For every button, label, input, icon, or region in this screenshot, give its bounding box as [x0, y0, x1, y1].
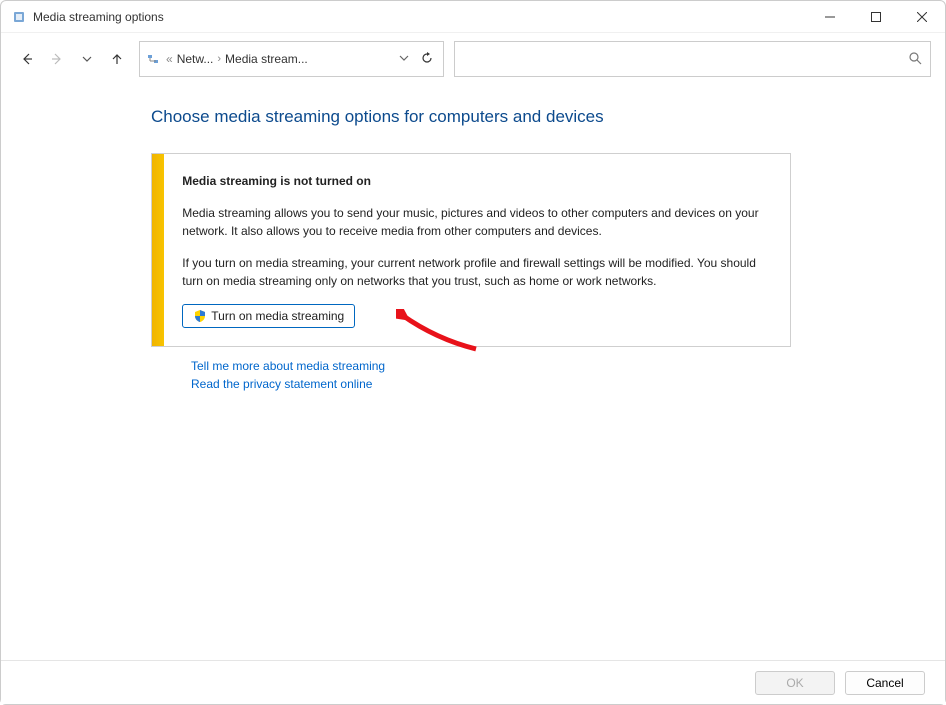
refresh-button[interactable]	[417, 51, 437, 68]
network-icon	[146, 51, 162, 67]
content-area: Choose media streaming options for compu…	[1, 85, 945, 391]
info-title: Media streaming is not turned on	[182, 172, 768, 190]
page-heading: Choose media streaming options for compu…	[151, 107, 905, 127]
privacy-statement-link[interactable]: Read the privacy statement online	[191, 377, 905, 391]
breadcrumb-prefix: «	[166, 52, 173, 66]
turn-on-button-label: Turn on media streaming	[211, 309, 344, 323]
up-button[interactable]	[105, 47, 129, 71]
forward-button[interactable]	[45, 47, 69, 71]
window-title: Media streaming options	[33, 10, 807, 24]
turn-on-media-streaming-button[interactable]: Turn on media streaming	[182, 304, 355, 328]
info-paragraph-1: Media streaming allows you to send your …	[182, 204, 768, 240]
search-icon	[908, 51, 922, 68]
minimize-button[interactable]	[807, 1, 853, 33]
maximize-button[interactable]	[853, 1, 899, 33]
window-controls	[807, 1, 945, 32]
back-button[interactable]	[15, 47, 39, 71]
cancel-button[interactable]: Cancel	[845, 671, 925, 695]
nav-row: « Netw... › Media stream...	[1, 33, 945, 85]
info-body: Media streaming is not turned on Media s…	[164, 154, 790, 346]
info-paragraph-2: If you turn on media streaming, your cur…	[182, 254, 768, 290]
breadcrumb-seg-2[interactable]: Media stream...	[225, 52, 308, 66]
breadcrumb-seg-1[interactable]: Netw...	[177, 52, 214, 66]
links-section: Tell me more about media streaming Read …	[151, 359, 905, 391]
address-bar[interactable]: « Netw... › Media stream...	[139, 41, 444, 77]
tell-me-more-link[interactable]: Tell me more about media streaming	[191, 359, 905, 373]
ok-button[interactable]: OK	[755, 671, 835, 695]
recent-dropdown[interactable]	[75, 47, 99, 71]
close-button[interactable]	[899, 1, 945, 33]
chevron-right-icon: ›	[217, 53, 221, 65]
info-accent-bar	[152, 154, 164, 346]
dialog-footer: OK Cancel	[1, 660, 945, 704]
info-panel: Media streaming is not turned on Media s…	[151, 153, 791, 347]
titlebar: Media streaming options	[1, 1, 945, 33]
search-box[interactable]	[454, 41, 931, 77]
address-dropdown[interactable]	[395, 52, 413, 66]
uac-shield-icon	[193, 309, 207, 323]
nav-buttons	[15, 47, 129, 71]
app-icon	[11, 9, 27, 25]
